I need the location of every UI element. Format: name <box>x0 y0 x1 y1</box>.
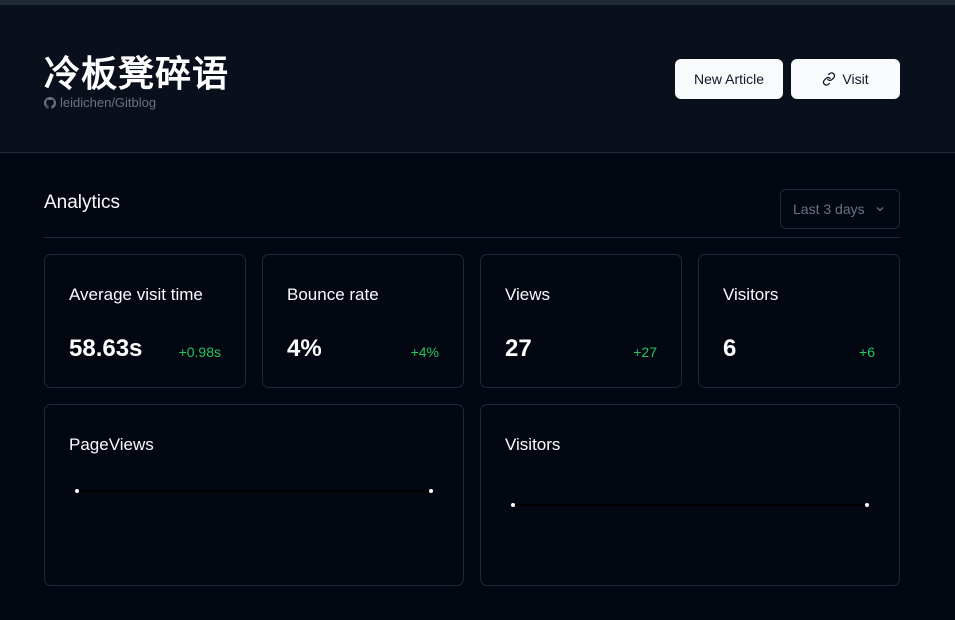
new-article-label: New Article <box>693 71 765 87</box>
date-range-select[interactable]: Last 3 days <box>780 189 900 229</box>
date-range-value: Last 3 days <box>793 201 865 217</box>
stat-card-views: Views 27 +27 <box>480 254 682 388</box>
stat-card-avg-visit-time: Average visit time 58.63s +0.98s <box>44 254 246 388</box>
stat-label: Views <box>505 285 551 304</box>
visit-label: Visit <box>842 71 869 87</box>
pageviews-chart-card: PageViews <box>44 404 464 586</box>
pageviews-chart <box>75 489 433 493</box>
data-point <box>865 503 869 507</box>
stat-delta: +6 <box>859 344 875 360</box>
stat-label: Visitors <box>723 285 779 304</box>
data-point <box>429 489 433 493</box>
stat-label: Bounce rate <box>287 285 379 304</box>
stat-delta: +0.98s <box>178 344 221 360</box>
stat-value: 58.63s <box>69 335 143 362</box>
stat-value: 4% <box>287 335 322 362</box>
site-header: 冷板凳碎语 leidichen/Gitblog New Article Visi… <box>0 5 955 153</box>
stat-value: 27 <box>505 335 532 362</box>
stat-label: Average visit time <box>69 285 203 304</box>
stat-card-bounce-rate: Bounce rate 4% +4% <box>262 254 464 388</box>
data-point <box>75 489 79 493</box>
github-icon <box>44 96 56 109</box>
analytics-title: Analytics <box>44 192 121 213</box>
stat-card-visitors: Visitors 6 +6 <box>698 254 900 388</box>
site-title: 冷板凳碎语 <box>44 54 230 95</box>
repo-link[interactable]: leidichen/Gitblog <box>44 95 156 110</box>
visitors-chart <box>511 503 869 507</box>
section-divider <box>44 237 900 238</box>
repo-name: leidichen/Gitblog <box>60 95 157 110</box>
new-article-button[interactable]: New Article <box>675 59 783 99</box>
data-point <box>511 503 515 507</box>
stat-delta: +4% <box>410 344 439 360</box>
stat-value: 6 <box>723 335 737 362</box>
link-icon <box>823 72 836 86</box>
stat-delta: +27 <box>633 344 657 360</box>
visitors-chart-card: Visitors <box>480 404 900 586</box>
chevron-down-icon <box>876 207 884 212</box>
visit-button[interactable]: Visit <box>791 59 900 99</box>
